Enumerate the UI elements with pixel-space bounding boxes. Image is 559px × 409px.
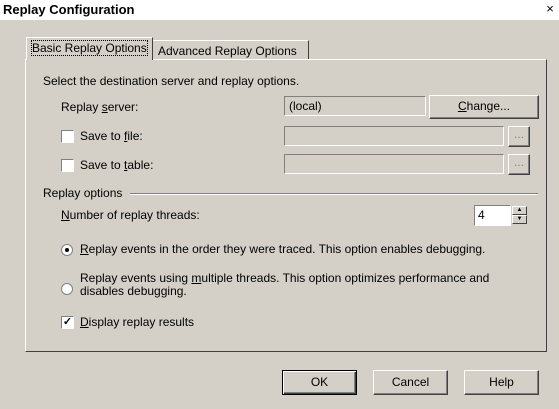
save-to-table-label: Save to table:	[80, 158, 154, 172]
tab-advanced-replay-options[interactable]: Advanced Replay Options	[152, 40, 309, 60]
replay-in-order-label: Replay events in the order they were tra…	[80, 242, 486, 256]
help-button[interactable]: Help	[464, 370, 539, 395]
spin-up-arrow-icon[interactable]: ▲	[512, 206, 527, 215]
browse-file-button[interactable]: ...	[508, 126, 530, 147]
replay-threads-label: Number of replay threads:	[61, 208, 200, 222]
replay-multithread-radio[interactable]	[61, 283, 73, 295]
save-to-file-checkbox[interactable]	[61, 130, 74, 143]
display-results-label: Display replay results	[80, 315, 195, 329]
spin-down-arrow-icon[interactable]: ▼	[512, 215, 527, 224]
replay-server-label: Replay server:	[61, 100, 139, 114]
replay-server-field: (local)	[284, 96, 426, 116]
display-results-checkbox[interactable]: ✓	[61, 316, 74, 329]
title-bar: Replay Configuration ×	[0, 0, 559, 20]
basic-options-panel: Select the destination server and replay…	[25, 59, 547, 352]
save-to-table-field	[284, 154, 504, 174]
tab-label: Basic Replay Options	[31, 40, 148, 56]
replay-threads-input[interactable]: 4	[474, 205, 511, 226]
group-divider	[130, 193, 538, 195]
replay-multithread-label-line1: Replay events using multiple threads. Th…	[80, 271, 490, 285]
change-server-button[interactable]: Change...	[429, 95, 539, 119]
intro-text: Select the destination server and replay…	[43, 74, 300, 88]
window-title: Replay Configuration	[3, 2, 135, 17]
close-icon[interactable]: ×	[543, 1, 557, 17]
browse-table-button[interactable]: ...	[508, 154, 530, 175]
replay-multithread-label-line2: disables debugging.	[80, 284, 187, 298]
tab-label: Advanced Replay Options	[158, 44, 297, 58]
ok-button[interactable]: OK	[282, 370, 357, 395]
replay-in-order-radio[interactable]	[61, 244, 73, 256]
cancel-button[interactable]: Cancel	[373, 370, 448, 395]
replay-configuration-window: Replay Configuration × Basic Replay Opti…	[0, 0, 559, 409]
replay-options-heading: Replay options	[43, 186, 123, 200]
save-to-file-path-field	[284, 126, 504, 146]
tab-basic-replay-options[interactable]: Basic Replay Options	[26, 37, 153, 60]
save-to-table-checkbox[interactable]	[61, 159, 74, 172]
save-to-file-label: Save to file:	[80, 129, 143, 143]
check-mark-icon: ✓	[62, 316, 73, 328]
